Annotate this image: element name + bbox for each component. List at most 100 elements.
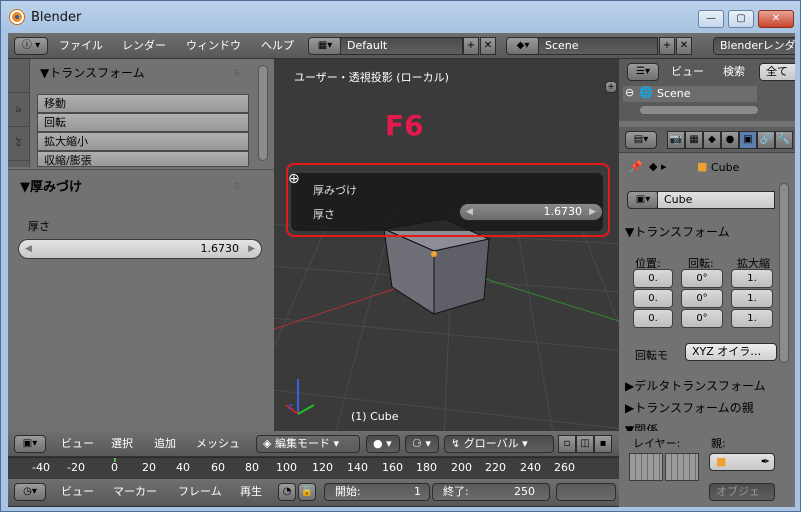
object-tab-icon[interactable]: ▣ (739, 131, 757, 149)
properties-scrollbar[interactable] (779, 183, 789, 363)
remove-scene-button[interactable]: ✕ (676, 37, 692, 55)
playback-menu[interactable]: 再生 (240, 479, 262, 505)
start-frame-field[interactable]: 開始: 1 (324, 483, 430, 501)
tool-shrink-fatten-button[interactable]: 収縮/膨張 (37, 151, 249, 167)
menu-window[interactable]: ウィンドウ (186, 33, 241, 59)
add-screen-button[interactable]: + (463, 37, 479, 55)
layer-grid[interactable] (665, 453, 699, 481)
location-z-field[interactable]: 0. (633, 309, 673, 328)
object-name-field[interactable]: Cube (657, 191, 775, 209)
rotation-x-field[interactable]: 0° (681, 269, 723, 288)
transform-panel-header[interactable]: ▼トランスフォーム (40, 64, 145, 81)
delta-transform-header[interactable]: ▶デルタトランスフォーム (625, 377, 766, 394)
thickness-slider[interactable]: ◀ 1.6730 ▶ (18, 239, 262, 259)
mode-select[interactable]: ◈ 編集モード ▾ (256, 435, 360, 453)
3d-view-editor-icon[interactable]: ▣▾ (14, 435, 46, 453)
modifiers-tab-icon[interactable]: 🔧 (775, 131, 793, 149)
screen-layout-field[interactable]: Default (340, 37, 463, 55)
location-y-field[interactable]: 0. (633, 289, 673, 308)
add-scene-button[interactable]: + (659, 37, 675, 55)
tick-label: 80 (245, 461, 259, 474)
current-frame-marker[interactable] (114, 458, 116, 462)
increment-arrow-icon[interactable]: ▶ (248, 240, 255, 258)
lock-icon[interactable]: 🔒 (298, 483, 316, 501)
object-data-icon[interactable]: ▣▾ (627, 191, 659, 209)
end-frame-field[interactable]: 終了: 250 (432, 483, 550, 501)
parent-field[interactable]: ■ ✒ (709, 453, 775, 471)
outliner-scrollbar[interactable] (639, 105, 759, 115)
vertex-select-icon[interactable]: ▫ (558, 435, 576, 453)
rotation-y-field[interactable]: 0° (681, 289, 723, 308)
outliner-filter[interactable]: 全て (759, 63, 795, 81)
scale-y-field[interactable]: 1. (731, 289, 773, 308)
tick-label: 40 (176, 461, 190, 474)
scene-tab-icon[interactable]: ◆ (703, 131, 721, 149)
remove-screen-button[interactable]: ✕ (480, 37, 496, 55)
tool-scale-button[interactable]: 拡大縮小 (37, 132, 249, 151)
scene-field[interactable]: Scene (538, 37, 658, 55)
tick-label: 260 (554, 461, 575, 474)
timeline-editor-icon[interactable]: ◷▾ (14, 483, 46, 501)
tool-move-button[interactable]: 移動 (37, 94, 249, 113)
decrement-arrow-icon[interactable]: ◀ (25, 240, 32, 258)
tool-rotate-button[interactable]: 回転 (37, 113, 249, 132)
render-tab-icon[interactable]: 📷 (667, 131, 685, 149)
screen-layout-icon[interactable]: ▦▾ (308, 37, 342, 55)
toolbar-toggle-icon[interactable]: + (605, 81, 617, 93)
transform-section-header[interactable]: ▼トランスフォーム (625, 223, 730, 240)
tab-grease-icon[interactable]: ঠ (8, 127, 29, 161)
location-x-field[interactable]: 0. (633, 269, 673, 288)
scale-z-field[interactable]: 1. (731, 309, 773, 328)
menu-help[interactable]: ヘルプ (261, 33, 294, 59)
face-select-icon[interactable]: ▪ (594, 435, 612, 453)
eyedropper-icon[interactable]: ✒ (761, 454, 770, 470)
3d-viewport[interactable]: ユーザー・透視投影 (ローカル) (1) Cube z + (274, 59, 619, 431)
edge-select-icon[interactable]: ◫ (576, 435, 594, 453)
outliner-scene-item[interactable]: Scene (657, 87, 691, 100)
layer-grid[interactable] (629, 453, 663, 481)
scale-x-field[interactable]: 1. (731, 269, 773, 288)
minimize-button[interactable]: — (698, 10, 724, 28)
orientation-select[interactable]: ↯ グローバル ▾ (444, 435, 554, 453)
collapse-icon[interactable]: ⊖ (625, 86, 634, 99)
outliner-search-menu[interactable]: 検索 (723, 59, 745, 85)
marker-menu[interactable]: マーカー (113, 479, 157, 505)
rotation-z-field[interactable]: 0° (681, 309, 723, 328)
object-type-select[interactable]: オブジェ (709, 483, 775, 501)
menu-file[interactable]: ファイル (59, 33, 103, 59)
parent-inverse-header[interactable]: ▶トランスフォームの親 (625, 399, 754, 416)
constraints-tab-icon[interactable]: 🔗 (757, 131, 775, 149)
tab-tools[interactable] (8, 59, 29, 93)
pin-icon[interactable]: 📌 (629, 160, 643, 173)
grip-icon[interactable]: ⠿ (234, 182, 240, 191)
rotation-mode-select[interactable]: XYZ オイラ… (685, 343, 777, 361)
add-menu[interactable]: 追加 (154, 431, 176, 457)
end-frame-label: 終了: (443, 485, 469, 498)
outliner-view-menu[interactable]: ビュー (671, 59, 704, 85)
outliner-row[interactable]: ⊖ 🌐 Scene (623, 86, 757, 102)
scene-icon[interactable]: ◆▾ (506, 37, 540, 55)
world-tab-icon[interactable]: ● (721, 131, 739, 149)
timeline-view-menu[interactable]: ビュー (61, 479, 94, 505)
menu-render[interactable]: レンダー (122, 33, 166, 59)
pivot-select[interactable]: ⚆ ▾ (405, 435, 439, 453)
tab-create-icon[interactable]: ঌ (8, 93, 29, 127)
solidify-panel-header[interactable]: ▼厚みづけ (20, 176, 82, 195)
tool-shelf-scrollbar[interactable] (258, 65, 268, 161)
close-button[interactable]: ✕ (758, 10, 794, 28)
mesh-menu[interactable]: メッシュ (196, 431, 240, 457)
current-frame-field[interactable] (556, 483, 616, 501)
select-menu[interactable]: 選択 (111, 431, 133, 457)
properties-editor-icon[interactable]: ▤▾ (625, 131, 657, 149)
outliner-editor-icon[interactable]: ☰▾ (627, 63, 659, 81)
info-editor-button[interactable]: ⓘ ▾ (14, 37, 48, 55)
render-engine-select[interactable]: Blenderレンダ (713, 37, 795, 55)
clock-icon[interactable]: ◔ (278, 483, 296, 501)
view-menu[interactable]: ビュー (61, 431, 94, 457)
maximize-button[interactable]: ▢ (728, 10, 754, 28)
grip-icon[interactable]: ⠿ (234, 69, 240, 78)
shading-select[interactable]: ● ▾ (366, 435, 400, 453)
timeline-ruler[interactable]: -40 -20 0 20 40 60 80 100 120 140 160 18… (8, 457, 619, 479)
render-layers-tab-icon[interactable]: ▦ (685, 131, 703, 149)
frame-menu[interactable]: フレーム (178, 479, 222, 505)
